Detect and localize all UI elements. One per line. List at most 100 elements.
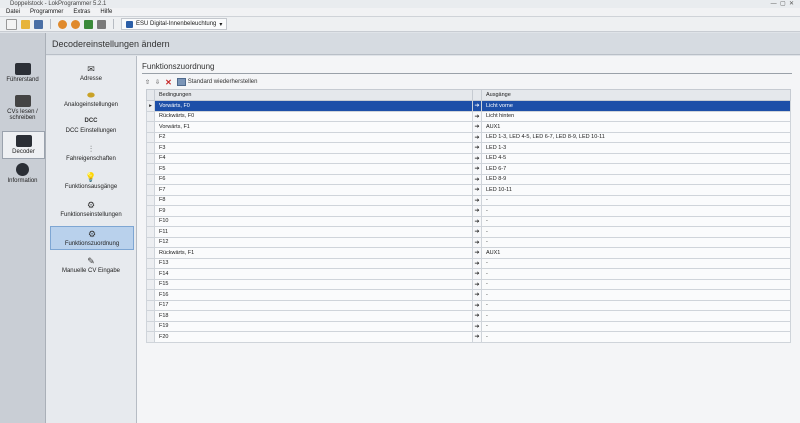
table-row[interactable]: F7 ➔ LED 10-11 [146,184,791,196]
condition-cell[interactable]: F19 [154,320,473,332]
menu-datei[interactable]: Datei [6,8,20,16]
menu-programmer[interactable]: Programmer [30,8,63,16]
save-icon[interactable] [34,19,43,29]
table-row[interactable]: F5 ➔ LED 6-7 [146,163,791,175]
category-funktionsausgaenge[interactable]: 💡 Funktionsausgänge [50,172,132,191]
move-up-icon[interactable]: ⇧ [145,79,150,86]
nav-cvs-lesen-schreiben[interactable]: CVs lesen / schreiben [2,95,43,121]
condition-cell[interactable]: F7 [154,184,473,196]
condition-cell[interactable]: F10 [154,215,473,227]
window-controls[interactable]: — ▢ ✕ [771,0,794,8]
condition-cell[interactable]: F11 [154,226,473,238]
decoder-profile-select[interactable]: ESU Digital-Innenbeleuchtung ▾ [121,18,228,30]
category-funktionseinstellungen[interactable]: ⚙ Funktionseinstellungen [50,200,132,219]
nav-decoder[interactable]: Decoder [2,131,45,159]
table-row[interactable]: F3 ➔ LED 1-3 [146,142,791,154]
nav-information[interactable]: Information [2,163,43,184]
table-row[interactable]: F11 ➔ - [146,226,791,238]
settings-icon[interactable] [97,19,106,29]
output-cell[interactable]: - [481,236,791,248]
open-folder-icon[interactable] [21,19,30,29]
output-cell[interactable]: LED 6-7 [481,163,791,175]
output-cell[interactable]: - [481,268,791,280]
output-cell[interactable]: Licht vorne [481,100,791,112]
condition-cell[interactable]: F9 [154,205,473,217]
output-cell[interactable]: LED 1-3 [481,142,791,154]
condition-cell[interactable]: Rückwärts, F1 [154,247,473,259]
output-cell[interactable]: - [481,194,791,206]
output-cell[interactable]: - [481,226,791,238]
write-decoder-icon[interactable] [71,19,80,29]
table-row[interactable]: Rückwärts, F0 ➔ Licht hinten [146,110,791,122]
condition-cell[interactable]: F6 [154,173,473,185]
category-dcc-einstellungen[interactable]: DCC DCC Einstellungen [50,116,132,134]
condition-cell[interactable]: F14 [154,268,473,280]
condition-cell[interactable]: F5 [154,163,473,175]
condition-cell[interactable]: F2 [154,131,473,143]
condition-cell[interactable]: F20 [154,331,473,343]
table-row[interactable]: F4 ➔ LED 4-5 [146,152,791,164]
output-cell[interactable]: - [481,310,791,322]
output-cell[interactable]: AUX1 [481,121,791,133]
output-cell[interactable]: - [481,278,791,290]
category-fahreigenschaften[interactable]: ⫶ Fahreigenschaften [50,144,132,163]
condition-cell[interactable]: F18 [154,310,473,322]
new-file-icon[interactable] [6,18,17,30]
table-row[interactable]: F16 ➔ - [146,289,791,301]
table-row[interactable]: F15 ➔ - [146,278,791,290]
output-cell[interactable]: - [481,257,791,269]
table-row[interactable]: Vorwärts, F1 ➔ AUX1 [146,121,791,133]
read-decoder-icon[interactable] [58,19,67,29]
table-row[interactable]: F6 ➔ LED 8-9 [146,173,791,185]
table-row[interactable]: F17 ➔ - [146,299,791,311]
category-manuelle-cv-eingabe[interactable]: ✎ Manuelle CV Eingabe [50,256,132,275]
table-row[interactable]: F12 ➔ - [146,236,791,248]
condition-cell[interactable]: F8 [154,194,473,206]
restore-defaults-button[interactable]: Standard wiederherstellen [176,78,257,86]
table-row[interactable]: F2 ➔ LED 1-3, LED 4-5, LED 6-7, LED 8-9, L… [146,131,791,143]
condition-cell[interactable]: F16 [154,289,473,301]
table-row[interactable]: F20 ➔ - [146,331,791,343]
table-row[interactable]: F10 ➔ - [146,215,791,227]
table-row[interactable]: ▸ Vorwärts, F0 ➔ Licht vorne [146,100,791,112]
output-cell[interactable]: LED 4-5 [481,152,791,164]
condition-cell[interactable]: F17 [154,299,473,311]
condition-cell[interactable]: Vorwärts, F1 [154,121,473,133]
output-cell[interactable]: - [481,215,791,227]
column-header-ausgaenge[interactable]: Ausgänge [481,89,791,101]
nav-fuehrerstand[interactable]: Führerstand [2,63,43,83]
output-cell[interactable]: - [481,331,791,343]
category-adresse[interactable]: ✉ Adresse [50,64,132,83]
output-cell[interactable]: AUX1 [481,247,791,259]
table-row[interactable]: F19 ➔ - [146,320,791,332]
output-cell[interactable]: - [481,299,791,311]
condition-cell[interactable]: Vorwärts, F0 [154,100,473,112]
table-row[interactable]: F8 ➔ - [146,194,791,206]
condition-cell[interactable]: F4 [154,152,473,164]
menu-extras[interactable]: Extras [73,8,90,16]
category-analogeinstellungen[interactable]: ⬬ Analogeinstellungen [50,90,132,109]
output-cell[interactable]: - [481,205,791,217]
table-row[interactable]: F14 ➔ - [146,268,791,280]
delete-icon[interactable]: ✕ [165,78,172,87]
output-cell[interactable]: Licht hinten [481,110,791,122]
table-row[interactable]: F9 ➔ - [146,205,791,217]
move-down-icon[interactable]: ⇩ [155,79,160,86]
condition-cell[interactable]: F12 [154,236,473,248]
sound-icon[interactable] [84,19,93,29]
output-cell[interactable]: - [481,320,791,332]
category-funktionszuordnung[interactable]: ⚙ Funktionszuordnung [50,226,134,250]
output-cell[interactable]: LED 8-9 [481,173,791,185]
output-cell[interactable]: - [481,289,791,301]
table-row[interactable]: F13 ➔ - [146,257,791,269]
condition-cell[interactable]: F15 [154,278,473,290]
menu-hilfe[interactable]: Hilfe [100,8,112,16]
output-cell[interactable]: LED 10-11 [481,184,791,196]
table-row[interactable]: F18 ➔ - [146,310,791,322]
output-cell[interactable]: LED 1-3, LED 4-5, LED 6-7, LED 8-9, LED … [481,131,791,143]
condition-cell[interactable]: Rückwärts, F0 [154,110,473,122]
table-row[interactable]: Rückwärts, F1 ➔ AUX1 [146,247,791,259]
condition-cell[interactable]: F13 [154,257,473,269]
column-header-bedingungen[interactable]: Bedingungen [154,89,473,101]
condition-cell[interactable]: F3 [154,142,473,154]
